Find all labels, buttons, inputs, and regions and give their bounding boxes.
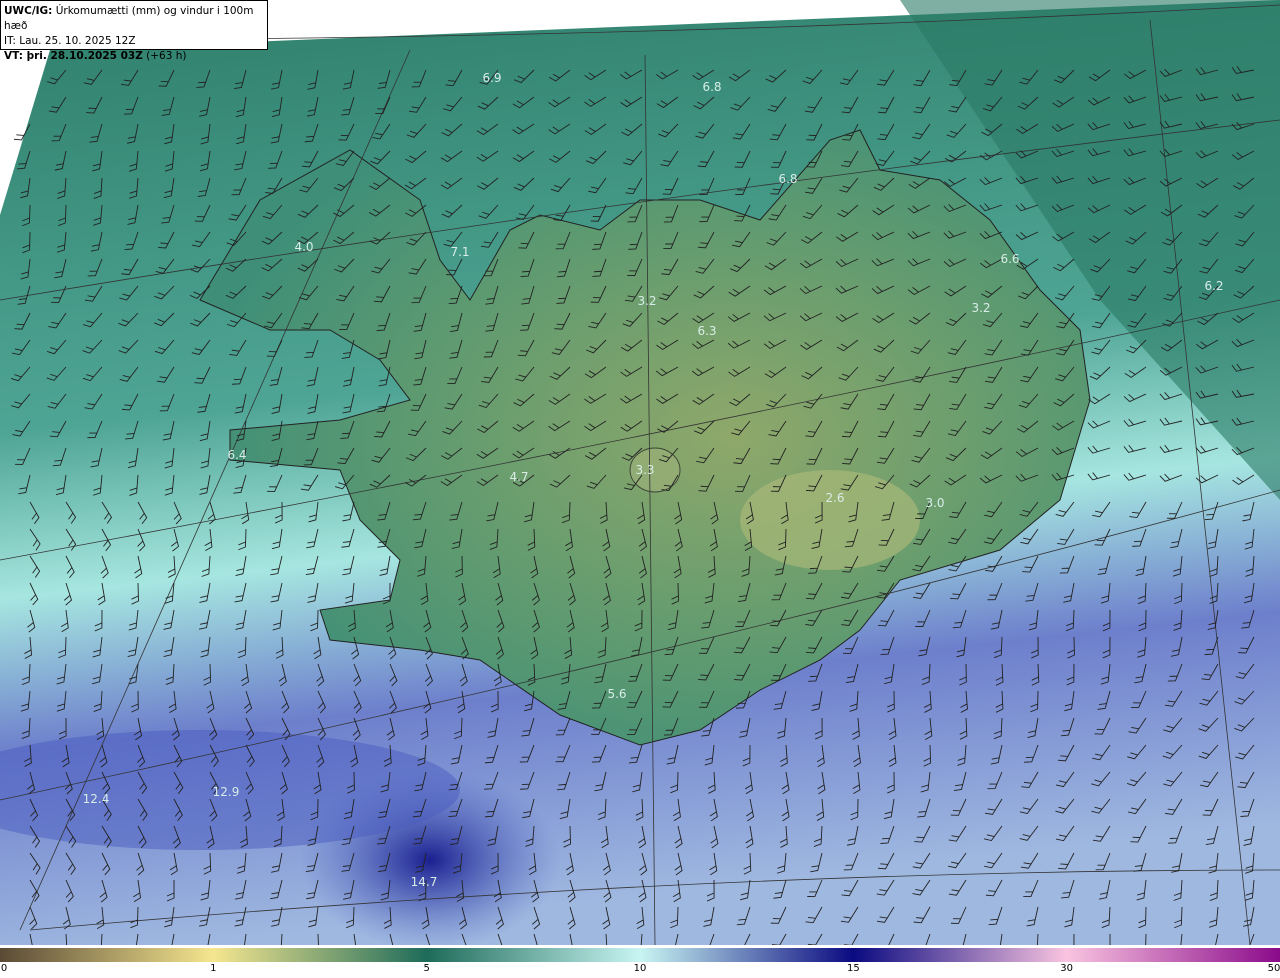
precip-value-label: 6.8 bbox=[778, 172, 797, 186]
precip-value-label: 3.0 bbox=[925, 496, 944, 510]
precip-value-label: 4.7 bbox=[509, 470, 528, 484]
colorbar-tick-label: 5 bbox=[423, 963, 430, 974]
title-box: UWC/IG: Úrkomumætti (mm) og vindur i 100… bbox=[0, 0, 268, 62]
precip-value-label: 7.1 bbox=[450, 245, 469, 259]
colorbar-tick-label: 30 bbox=[1060, 963, 1074, 974]
colorbar-tick-label: 0 bbox=[0, 963, 8, 974]
precip-value-label: 6.3 bbox=[697, 324, 716, 338]
colorbar bbox=[0, 948, 1280, 962]
colorbar-tick-label: 50 bbox=[1267, 963, 1280, 974]
precip-value-label: 3.2 bbox=[637, 294, 656, 308]
precip-value-label: 6.2 bbox=[1204, 279, 1223, 293]
glacier-vatnajokull bbox=[740, 470, 920, 570]
precip-value-label: 6.6 bbox=[1000, 252, 1019, 266]
precip-value-label: 5.6 bbox=[607, 687, 626, 701]
precip-value-label: 3.2 bbox=[971, 301, 990, 315]
weather-map-view: 6.9 6.8 6.8 4.0 7.1 6.6 6.2 3.2 6.3 3.2 6.4 4.7 3.3 2… bbox=[0, 0, 1280, 978]
lead-time: (+63 h) bbox=[146, 50, 187, 62]
precip-value-label: 6.8 bbox=[702, 80, 721, 94]
precip-value-label: 14.7 bbox=[411, 875, 438, 889]
precip-value-label: 4.0 bbox=[294, 240, 313, 254]
colorbar-tick-label: 15 bbox=[846, 963, 860, 974]
model-name: UWC/IG: bbox=[4, 5, 53, 17]
colorbar-tick-label: 10 bbox=[633, 963, 647, 974]
valid-time: VT: þri. 28.10.2025 03Z bbox=[4, 50, 143, 62]
initial-time: IT: Lau. 25. 10. 2025 12Z bbox=[4, 35, 136, 47]
precip-value-label: 6.9 bbox=[482, 71, 501, 85]
colorbar-tick-label: 1 bbox=[210, 963, 217, 974]
precip-value-label: 3.3 bbox=[635, 463, 654, 477]
map-canvas: 6.9 6.8 6.8 4.0 7.1 6.6 6.2 3.2 6.3 3.2 6.4 4.7 3.3 2… bbox=[0, 0, 1280, 945]
precip-value-label: 2.6 bbox=[825, 491, 844, 505]
precip-value-label: 6.4 bbox=[227, 448, 246, 462]
precip-value-label: 12.4 bbox=[83, 792, 110, 806]
precip-value-label: 12.9 bbox=[213, 785, 240, 799]
